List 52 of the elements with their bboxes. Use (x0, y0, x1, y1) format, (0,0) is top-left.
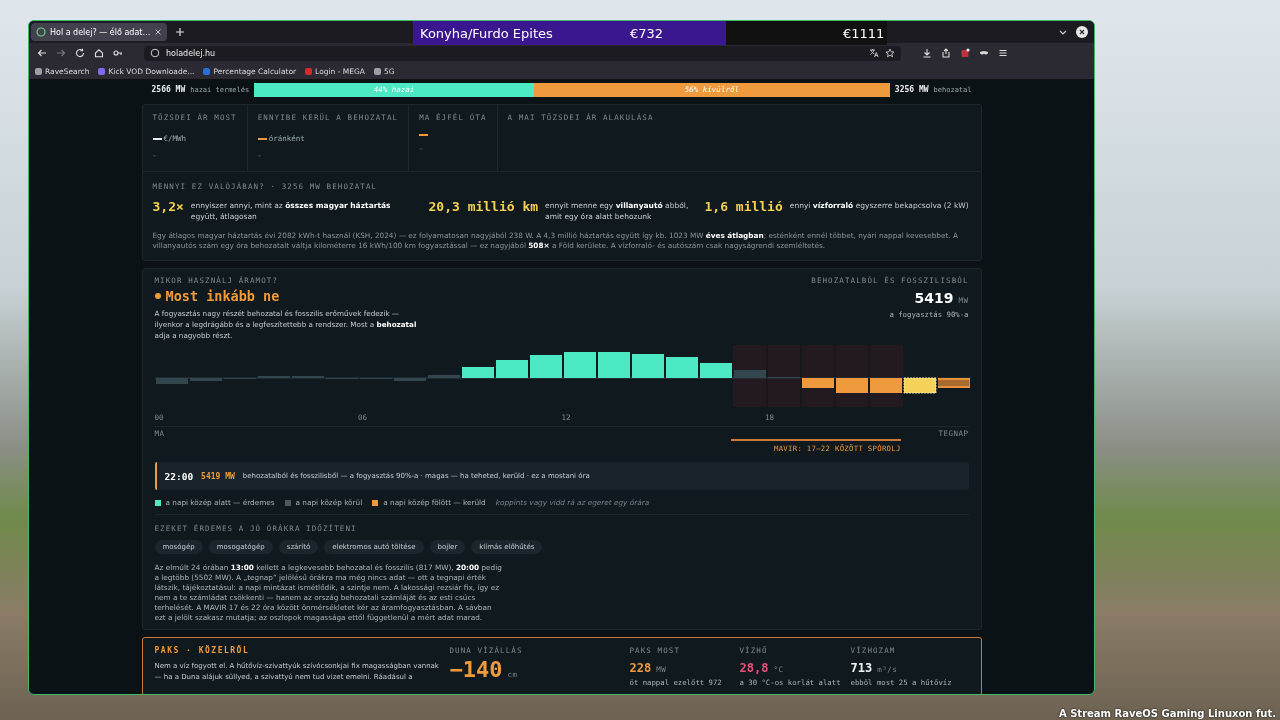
browser-tab[interactable]: Hol a delej? — élő adat… (31, 23, 168, 41)
status-text: Most inkább ne (165, 287, 280, 304)
hour-bar[interactable] (835, 378, 868, 394)
stream-ticker: A Stream RaveOS Gaming Linuxon fut. (1058, 708, 1276, 719)
close-icon[interactable] (154, 28, 163, 36)
info-time: 22:00 (164, 470, 194, 482)
side-value: 5419 (914, 289, 954, 306)
home-icon[interactable] (94, 48, 104, 58)
forward-icon[interactable] (56, 48, 66, 58)
hour-bar[interactable] (869, 378, 902, 394)
reload-icon[interactable] (75, 48, 85, 58)
info-value: 5419 MW (201, 471, 235, 481)
equivalent-value: 3,2× (152, 199, 184, 214)
hour-bar[interactable] (903, 377, 936, 394)
domestic-value: 2566 MW (151, 85, 186, 94)
hour-bar[interactable] (665, 357, 698, 379)
download-icon[interactable] (922, 48, 932, 58)
share-icon[interactable] (941, 48, 951, 58)
star-icon[interactable] (885, 48, 895, 58)
address-field[interactable]: holadelej.hu (144, 45, 901, 61)
menu-icon[interactable] (998, 48, 1008, 58)
hour-bar[interactable] (461, 367, 494, 379)
tab-title: Hol a delej? — élő adat… (50, 27, 151, 37)
close-window-icon[interactable] (1076, 26, 1088, 38)
extension-icon[interactable] (960, 48, 970, 58)
hour-bar[interactable] (937, 378, 970, 389)
stat-value: 28,8 (739, 660, 769, 675)
goal-title: Konyha/Furdo Epites (420, 25, 554, 41)
import-value: 3256 MW (894, 85, 929, 94)
back-icon[interactable] (37, 48, 47, 58)
equivalent-value: 20,3 millió km (428, 199, 539, 214)
status-dot (154, 292, 161, 299)
hour-bar[interactable] (631, 354, 664, 379)
hour-bar[interactable] (597, 352, 630, 379)
new-tab-icon[interactable] (175, 27, 186, 37)
site-icon (36, 27, 46, 37)
url-text: holadelej.hu (166, 48, 216, 58)
hour-bar[interactable] (495, 360, 528, 379)
stat-value: 228 (629, 660, 652, 675)
translate-icon[interactable] (869, 48, 879, 58)
goal-current: €732 (630, 25, 665, 41)
stat-value: 713 (850, 660, 873, 675)
goal-target: €1111 (843, 25, 885, 41)
key-icon[interactable] (113, 48, 123, 58)
hour-bar[interactable] (801, 378, 834, 389)
site-info-icon[interactable] (150, 48, 160, 58)
hour-bar[interactable] (699, 363, 732, 379)
paks-title: PAKS · KÖZELRŐL (154, 645, 251, 655)
hour-bar[interactable] (529, 355, 562, 379)
water-level-value: −140 (449, 656, 503, 682)
hour-bar[interactable] (563, 352, 596, 379)
equivalent-value: 1,6 millió (704, 199, 783, 214)
